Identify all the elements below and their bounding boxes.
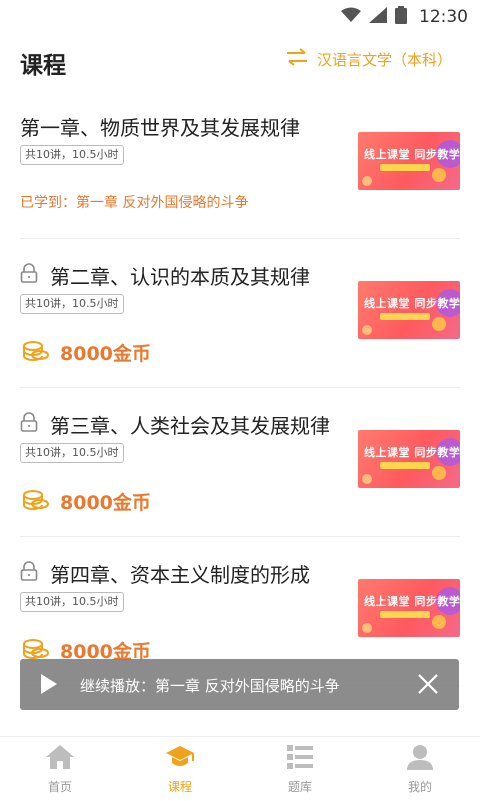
- course-meta-badge: 共10讲，10.5小时: [20, 294, 124, 314]
- course-title-text: 第四章、资本主义制度的形成: [50, 563, 310, 587]
- nav-item-mine[interactable]: 我的: [360, 737, 480, 801]
- course-price: 8000金币: [22, 488, 151, 515]
- thumbnail-text: 线上课堂 同步教学: [364, 148, 460, 161]
- nav-label: 我的: [407, 779, 432, 794]
- coin-icon: [22, 340, 50, 366]
- lock-icon: [20, 412, 38, 437]
- course-title: 第三章、人类社会及其发展规律: [20, 410, 330, 439]
- price-amount: 8000金币: [60, 492, 151, 514]
- course-thumbnail[interactable]: 线上课堂 同步教学: [358, 281, 460, 339]
- course-meta-badge: 共10讲，10.5小时: [20, 592, 124, 612]
- course-thumbnail[interactable]: 线上课堂 同步教学: [358, 430, 460, 488]
- person-icon: [406, 744, 434, 774]
- bottom-nav: 首页 课程 题库 我的: [0, 736, 480, 801]
- nav-label: 首页: [47, 779, 72, 794]
- thumbnail-text: 线上课堂 同步教学: [364, 595, 460, 608]
- course-meta-badge: 共10讲，10.5小时: [20, 145, 124, 165]
- major-name: 汉语言文学（本科）: [316, 50, 452, 69]
- course-price: 8000金币: [22, 339, 151, 366]
- course-title: 第四章、资本主义制度的形成: [20, 559, 310, 588]
- toast-text: 继续播放：第一章 反对外国侵略的斗争: [80, 677, 340, 695]
- course-item[interactable]: 第二章、认识的本质及其规律 共10讲，10.5小时 8000金币 线上课堂 同步…: [20, 239, 460, 388]
- lock-icon: [20, 561, 38, 586]
- course-meta-badge: 共10讲，10.5小时: [20, 443, 124, 463]
- course-title-text: 第三章、人类社会及其发展规律: [50, 414, 330, 438]
- home-icon: [45, 744, 75, 774]
- continue-playing-toast[interactable]: 继续播放：第一章 反对外国侵略的斗争: [20, 659, 459, 710]
- battery-icon: [395, 6, 407, 28]
- status-time: 12:30: [419, 7, 468, 27]
- page-title: 课程: [20, 53, 66, 79]
- course-item[interactable]: 第一章、物质世界及其发展规律 共10讲，10.5小时 已学到：第一章 反对外国侵…: [20, 90, 460, 239]
- coin-icon: [22, 489, 50, 515]
- course-title: 第二章、认识的本质及其规律: [20, 261, 310, 290]
- nav-item-courses[interactable]: 课程: [120, 737, 240, 801]
- course-thumbnail[interactable]: 线上课堂 同步教学: [358, 579, 460, 637]
- course-title: 第一章、物质世界及其发展规律: [20, 112, 300, 141]
- graduation-cap-icon: [165, 744, 195, 774]
- thumbnail-text: 线上课堂 同步教学: [364, 446, 460, 459]
- course-progress: 已学到：第一章 反对外国侵略的斗争: [20, 195, 249, 211]
- course-title-text: 第一章、物质世界及其发展规律: [20, 116, 300, 140]
- lock-icon: [20, 263, 38, 288]
- course-list: 第一章、物质世界及其发展规律 共10讲，10.5小时 已学到：第一章 反对外国侵…: [0, 90, 480, 686]
- nav-label: 题库: [287, 779, 312, 794]
- course-thumbnail[interactable]: 线上课堂 同步教学: [358, 132, 460, 190]
- major-switch-button[interactable]: 汉语言文学（本科）: [285, 48, 452, 70]
- course-title-text: 第二章、认识的本质及其规律: [50, 265, 310, 289]
- header: 课程 汉语言文学（本科）: [0, 34, 480, 90]
- price-amount: 8000金币: [60, 343, 151, 365]
- swap-arrows-icon: [285, 48, 309, 70]
- status-icons: 12:30: [341, 6, 468, 28]
- nav-item-home[interactable]: 首页: [0, 737, 120, 801]
- nav-item-question-bank[interactable]: 题库: [240, 737, 360, 801]
- play-icon[interactable]: [40, 673, 58, 699]
- signal-icon: [369, 7, 387, 27]
- thumbnail-text: 线上课堂 同步教学: [364, 297, 460, 310]
- wifi-icon: [341, 7, 361, 27]
- status-bar: 12:30: [0, 0, 480, 34]
- close-icon[interactable]: [417, 673, 439, 699]
- nav-label: 课程: [167, 779, 192, 794]
- question-bank-icon: [286, 744, 314, 774]
- course-item[interactable]: 第三章、人类社会及其发展规律 共10讲，10.5小时 8000金币 线上课堂 同…: [20, 388, 460, 537]
